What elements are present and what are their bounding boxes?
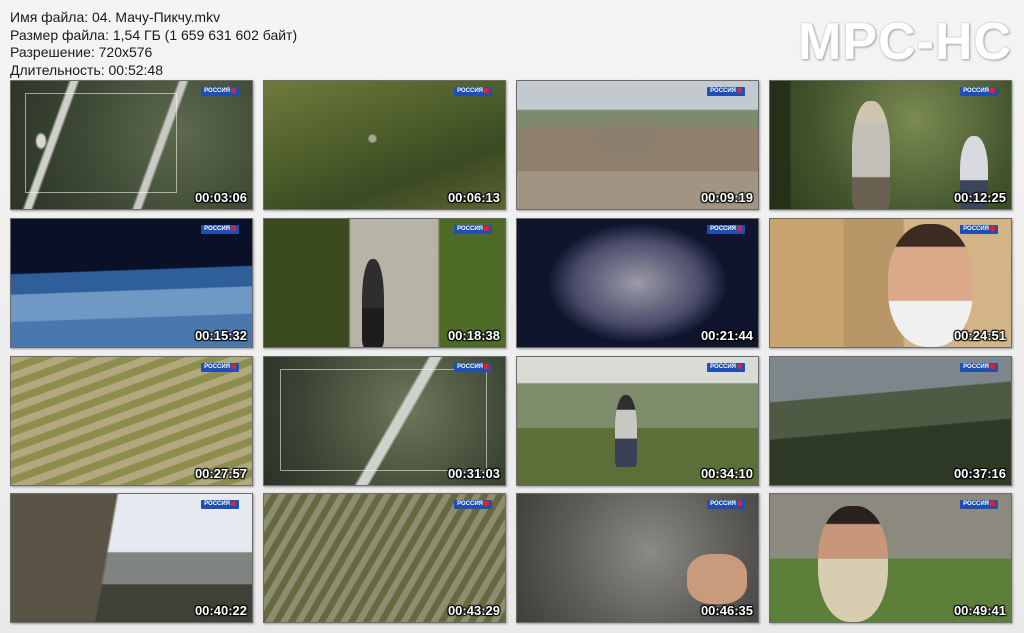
timestamp-label: 00:18:38: [447, 328, 500, 343]
timestamp-label: 00:43:29: [447, 603, 500, 618]
channel-badge: РОССИЯ: [707, 225, 745, 234]
channel-badge: РОССИЯ: [960, 363, 998, 372]
channel-badge: РОССИЯ: [707, 363, 745, 372]
timestamp-label: 00:21:44: [700, 328, 753, 343]
channel-badge: РОССИЯ: [201, 500, 239, 509]
timestamp-label: 00:40:22: [194, 603, 247, 618]
thumbnail[interactable]: РОССИЯ 00:49:41: [769, 493, 1012, 623]
channel-badge: РОССИЯ: [454, 225, 492, 234]
timestamp-label: 00:49:41: [953, 603, 1006, 618]
timestamp-label: 00:37:16: [953, 466, 1006, 481]
channel-badge: РОССИЯ: [707, 87, 745, 96]
map-frame-overlay: [25, 93, 177, 193]
map-frame-overlay: [280, 369, 487, 471]
hiker-figure: [852, 101, 890, 209]
channel-badge: РОССИЯ: [960, 87, 998, 96]
channel-badge: РОССИЯ: [201, 225, 239, 234]
thumbnail-grid: РОССИЯ 00:03:06 РОССИЯ 00:06:13 РОССИЯ 0…: [0, 0, 1024, 633]
presenter-figure: [818, 506, 888, 622]
thumbnail[interactable]: РОССИЯ 00:27:57: [10, 356, 253, 486]
thumbnail[interactable]: РОССИЯ 00:34:10: [516, 356, 759, 486]
channel-badge: РОССИЯ: [960, 500, 998, 509]
thumbnail[interactable]: РОССИЯ 00:03:06: [10, 80, 253, 210]
thumbnail[interactable]: РОССИЯ 00:37:16: [769, 356, 1012, 486]
thumbnail[interactable]: РОССИЯ 00:15:32: [10, 218, 253, 348]
hand-shape: [687, 554, 747, 604]
timestamp-label: 00:24:51: [953, 328, 1006, 343]
channel-badge: РОССИЯ: [454, 500, 492, 509]
channel-badge: РОССИЯ: [201, 87, 239, 96]
timestamp-label: 00:03:06: [194, 190, 247, 205]
channel-badge: РОССИЯ: [454, 87, 492, 96]
channel-badge: РОССИЯ: [454, 363, 492, 372]
hiker-figure: [615, 395, 637, 467]
thumbnail[interactable]: РОССИЯ 00:24:51: [769, 218, 1012, 348]
channel-badge: РОССИЯ: [960, 225, 998, 234]
thumbnail[interactable]: РОССИЯ 00:06:13: [263, 80, 506, 210]
timestamp-label: 00:46:35: [700, 603, 753, 618]
timestamp-label: 00:34:10: [700, 466, 753, 481]
thumbnail[interactable]: РОССИЯ 00:18:38: [263, 218, 506, 348]
timestamp-label: 00:06:13: [447, 190, 500, 205]
thumbnail[interactable]: РОССИЯ 00:40:22: [10, 493, 253, 623]
thumbnail[interactable]: РОССИЯ 00:31:03: [263, 356, 506, 486]
thumbnail[interactable]: РОССИЯ 00:21:44: [516, 218, 759, 348]
timestamp-label: 00:15:32: [194, 328, 247, 343]
thumbnail[interactable]: РОССИЯ 00:12:25: [769, 80, 1012, 210]
thumbnail[interactable]: РОССИЯ 00:09:19: [516, 80, 759, 210]
timestamp-label: 00:12:25: [953, 190, 1006, 205]
hiker-figure: [362, 259, 384, 347]
thumbnail[interactable]: РОССИЯ 00:46:35: [516, 493, 759, 623]
timestamp-label: 00:09:19: [700, 190, 753, 205]
thumbnail[interactable]: РОССИЯ 00:43:29: [263, 493, 506, 623]
channel-badge: РОССИЯ: [707, 500, 745, 509]
timestamp-label: 00:27:57: [194, 466, 247, 481]
channel-badge: РОССИЯ: [201, 363, 239, 372]
timestamp-label: 00:31:03: [447, 466, 500, 481]
